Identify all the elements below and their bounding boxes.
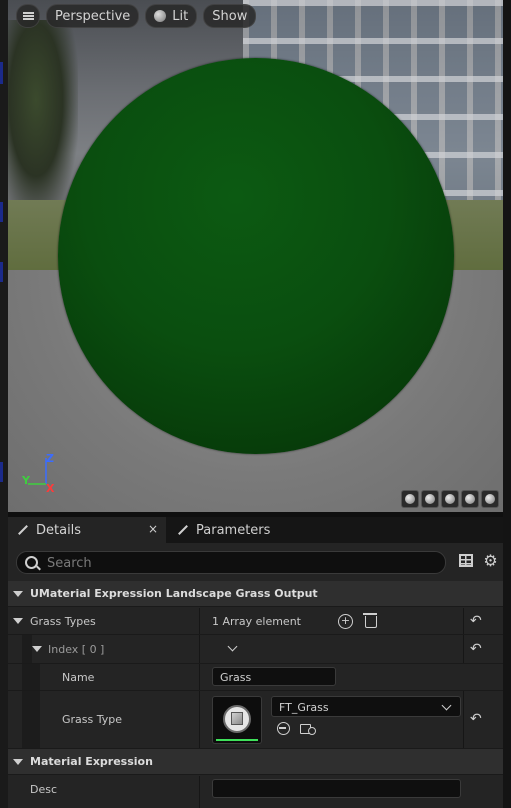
close-icon[interactable]: × xyxy=(146,522,160,536)
axis-x-label: X xyxy=(46,482,55,495)
preview-sphere xyxy=(58,58,454,454)
right-edge-strip xyxy=(503,0,511,808)
property-matrix-icon[interactable] xyxy=(459,554,473,567)
column-splitter[interactable] xyxy=(199,664,200,690)
property-row-index-0: Index [ 0 ] ↶ xyxy=(8,635,503,664)
details-panel: ⚙ UMaterial Expression Landscape Grass O… xyxy=(8,543,503,808)
hamburger-menu-icon xyxy=(22,12,34,20)
sphere-preview-icon[interactable] xyxy=(421,490,439,508)
property-row-name: Name Grass xyxy=(8,664,503,691)
axis-z-label: Z xyxy=(46,452,54,465)
column-splitter[interactable] xyxy=(199,691,200,748)
expand-triangle-icon xyxy=(13,591,23,597)
search-input[interactable] xyxy=(45,554,439,573)
grass-types-count: 1 Array element xyxy=(212,615,301,628)
viewport-menu-button[interactable] xyxy=(16,4,40,28)
lit-button[interactable]: Lit xyxy=(145,4,198,28)
tab-parameters[interactable]: Parameters xyxy=(170,517,290,543)
edge-marker xyxy=(0,462,3,482)
add-element-icon[interactable]: + xyxy=(338,614,353,629)
axis-gizmo: Z Y X xyxy=(16,452,56,496)
asset-thumbnail[interactable] xyxy=(212,696,262,744)
reset-to-default-icon[interactable]: ↶ xyxy=(470,614,484,628)
tab-details-label: Details xyxy=(36,522,82,538)
edge-marker xyxy=(0,262,3,282)
material-preview-viewport[interactable]: Perspective Lit Show Z Y X xyxy=(8,0,503,512)
lit-sphere-icon xyxy=(154,10,167,22)
reset-column xyxy=(463,635,464,663)
grass-types-label: Grass Types xyxy=(30,615,96,628)
pencil-icon xyxy=(16,524,28,536)
edge-marker xyxy=(0,202,3,222)
search-row: ⚙ xyxy=(8,549,503,575)
cube-preview-icon[interactable] xyxy=(461,490,479,508)
cube-icon xyxy=(231,712,243,725)
perspective-button[interactable]: Perspective xyxy=(46,4,140,28)
custom-mesh-preview-icon[interactable] xyxy=(481,490,499,508)
indent-guide xyxy=(22,664,40,690)
plane-preview-icon[interactable] xyxy=(441,490,459,508)
chevron-down-icon xyxy=(441,700,452,711)
name-label: Name xyxy=(62,671,95,684)
lit-label: Lit xyxy=(172,8,189,24)
indent-guide xyxy=(22,635,32,663)
category-title: UMaterial Expression Landscape Grass Out… xyxy=(30,587,318,600)
pencil-icon xyxy=(176,524,188,536)
gear-icon[interactable]: ⚙ xyxy=(483,553,498,569)
reset-to-default-icon[interactable]: ↶ xyxy=(470,642,484,656)
edge-marker xyxy=(0,62,3,84)
expand-triangle-icon[interactable] xyxy=(32,646,42,652)
column-splitter[interactable] xyxy=(199,776,200,808)
name-field[interactable]: Grass xyxy=(212,667,336,686)
column-splitter[interactable] xyxy=(199,608,200,634)
left-edge-strip xyxy=(0,0,8,808)
index-label: Index [ 0 ] xyxy=(48,643,105,656)
use-selected-asset-icon[interactable] xyxy=(277,722,290,735)
search-icon xyxy=(25,556,38,569)
expand-triangle-icon xyxy=(13,759,23,765)
property-row-desc: Desc xyxy=(8,776,503,808)
browse-to-asset-icon[interactable] xyxy=(300,722,316,735)
search-box[interactable] xyxy=(16,551,446,574)
reset-column xyxy=(463,608,464,634)
category-title: Material Expression xyxy=(30,755,153,768)
expand-triangle-icon[interactable] xyxy=(13,618,23,624)
viewport-toolbar: Perspective Lit Show xyxy=(16,4,257,28)
reset-to-default-icon[interactable]: ↶ xyxy=(470,712,484,726)
tab-parameters-label: Parameters xyxy=(196,522,271,538)
asset-thumbnail-ring xyxy=(223,705,251,733)
desc-field[interactable] xyxy=(212,779,461,798)
show-button[interactable]: Show xyxy=(203,4,257,28)
asset-color-bar xyxy=(216,739,258,741)
tab-details[interactable]: Details × xyxy=(8,517,166,543)
reset-column xyxy=(463,691,464,748)
axis-y-label: Y xyxy=(22,474,30,487)
panel-tab-bar: Details × Parameters xyxy=(8,517,503,543)
category-grass-output[interactable]: UMaterial Expression Landscape Grass Out… xyxy=(8,581,503,607)
grass-type-label: Grass Type xyxy=(62,713,123,726)
cylinder-preview-icon[interactable] xyxy=(401,490,419,508)
grass-type-asset-picker[interactable]: FT_Grass xyxy=(271,696,461,717)
preview-shape-buttons xyxy=(401,490,499,508)
grass-type-value: FT_Grass xyxy=(279,701,329,714)
column-splitter[interactable] xyxy=(199,635,200,663)
background-trees xyxy=(8,20,78,220)
category-material-expression[interactable]: Material Expression xyxy=(8,749,503,775)
chevron-down-icon[interactable] xyxy=(227,641,238,652)
property-row-grass-types: Grass Types 1 Array element + ↶ xyxy=(8,608,503,635)
indent-guide xyxy=(22,691,40,748)
trash-icon[interactable] xyxy=(363,613,377,628)
desc-label: Desc xyxy=(30,783,58,796)
property-row-grass-type: Grass Type FT_Grass ↶ xyxy=(8,691,503,749)
magnifier-icon xyxy=(308,727,316,735)
